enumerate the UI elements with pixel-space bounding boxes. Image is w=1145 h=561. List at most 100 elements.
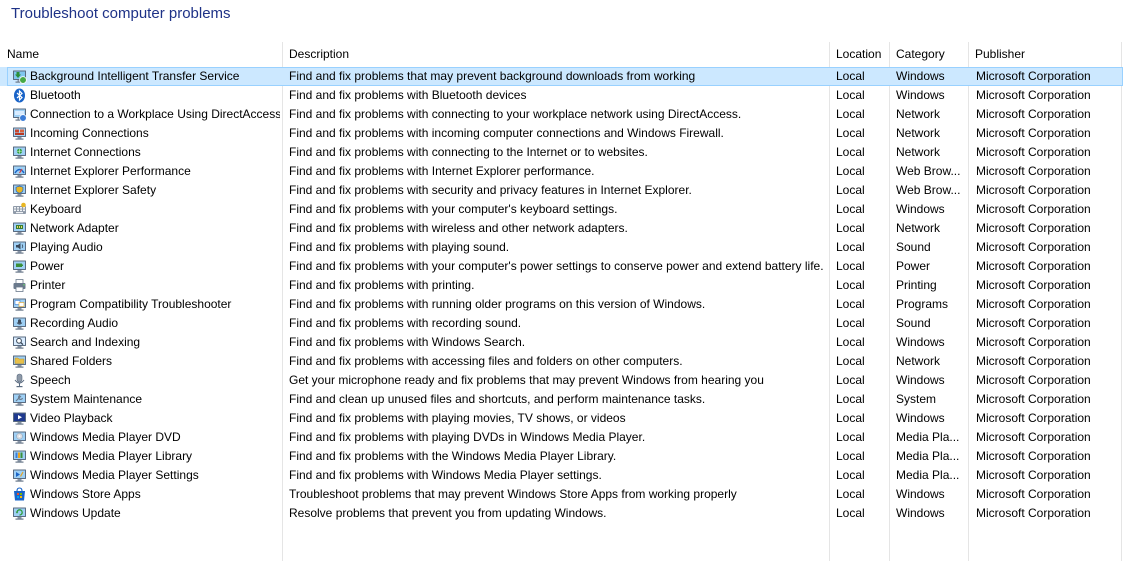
troubleshooter-category: Network	[896, 221, 941, 235]
table-row[interactable]: Windows Media Player Settings Find and fi…	[0, 466, 1123, 485]
troubleshooter-category: Windows	[896, 88, 945, 102]
troubleshooter-description: Get your microphone ready and fix proble…	[289, 373, 764, 387]
table-row[interactable]: Network Adapter Find and fix problems wit…	[0, 219, 1123, 238]
troubleshooter-name: Internet Explorer Performance	[30, 164, 191, 178]
troubleshooter-location: Local	[836, 449, 865, 463]
table-row[interactable]: Power Find and fix problems with your com…	[0, 257, 1123, 276]
table-row[interactable]: Search and Indexing Find and fix problems…	[0, 333, 1123, 352]
table-row[interactable]: Playing Audio Find and fix problems with …	[0, 238, 1123, 257]
column-header-name[interactable]: Name	[0, 42, 282, 67]
table-row[interactable]: Speech Get your microphone ready and fix …	[0, 371, 1123, 390]
table-row[interactable]: Internet Connections Find and fix problem…	[0, 143, 1123, 162]
troubleshooter-publisher: Microsoft Corporation	[976, 240, 1091, 254]
table-row[interactable]: Windows Media Player Library Find and fix…	[0, 447, 1123, 466]
troubleshooter-name: Windows Media Player Library	[30, 449, 193, 463]
troubleshooter-publisher: Microsoft Corporation	[976, 164, 1091, 178]
column-header-category[interactable]: Category	[889, 42, 968, 67]
troubleshooter-location: Local	[836, 183, 865, 197]
table-row[interactable]: Printer Find and fix problems with printi…	[0, 276, 1123, 295]
troubleshooter-name: Shared Folders	[30, 354, 113, 368]
troubleshooter-location: Local	[836, 69, 865, 83]
troubleshooter-location: Local	[836, 202, 865, 216]
troubleshooter-location: Local	[836, 145, 865, 159]
troubleshooter-location: Local	[836, 259, 865, 273]
troubleshooter-category: Windows	[896, 506, 945, 520]
troubleshooter-category: Network	[896, 107, 941, 121]
troubleshooter-name: Program Compatibility Troubleshooter	[30, 297, 232, 311]
troubleshooter-publisher: Microsoft Corporation	[976, 373, 1091, 387]
troubleshooter-location: Local	[836, 487, 865, 501]
column-header-description[interactable]: Description	[282, 42, 829, 67]
troubleshooter-rows: Background Intelligent Transfer Service F…	[0, 67, 1123, 523]
troubleshooter-description: Find and clean up unused files and short…	[289, 392, 706, 406]
troubleshooter-name: Windows Update	[30, 506, 121, 520]
troubleshooter-description: Troubleshoot problems that may prevent W…	[289, 487, 737, 501]
troubleshooter-publisher: Microsoft Corporation	[976, 145, 1091, 159]
table-row[interactable]: Program Compatibility Troubleshooter Find…	[0, 295, 1123, 314]
troubleshooter-location: Local	[836, 126, 865, 140]
troubleshooter-name: Bluetooth	[30, 88, 81, 102]
table-row[interactable]: Incoming Connections Find and fix problem…	[0, 124, 1123, 143]
wmp-library-icon	[12, 449, 27, 464]
windows-update-icon	[12, 506, 27, 521]
table-row[interactable]: Connection to a Workplace Using DirectAc…	[0, 105, 1123, 124]
video-playback-icon	[12, 411, 27, 426]
troubleshooter-name: Connection to a Workplace Using DirectAc…	[30, 107, 280, 121]
table-row[interactable]: Recording Audio Find and fix problems wit…	[0, 314, 1123, 333]
table-row[interactable]: Video Playback Find and fix problems with…	[0, 409, 1123, 428]
troubleshooter-description: Find and fix problems with incoming comp…	[289, 126, 724, 140]
troubleshooter-publisher: Microsoft Corporation	[976, 88, 1091, 102]
keyboard-icon	[12, 202, 27, 217]
troubleshooting-window: Troubleshoot computer problems Name Desc…	[0, 0, 1145, 561]
troubleshooter-description: Find and fix problems with Windows Searc…	[289, 335, 526, 349]
incoming-connections-icon	[12, 126, 27, 141]
troubleshooter-location: Local	[836, 278, 865, 292]
troubleshooter-location: Local	[836, 297, 865, 311]
troubleshooter-description: Find and fix problems with Windows Media…	[289, 468, 602, 482]
troubleshooter-location: Local	[836, 221, 865, 235]
troubleshooter-list[interactable]: Name Description Location Category Publi…	[0, 42, 1123, 561]
troubleshooter-name: System Maintenance	[30, 392, 143, 406]
program-compatibility-icon	[12, 297, 27, 312]
troubleshooter-category: Network	[896, 354, 941, 368]
troubleshooter-description: Find and fix problems with your computer…	[289, 259, 824, 273]
system-maintenance-icon	[12, 392, 27, 407]
table-row[interactable]: Internet Explorer Safety Find and fix pro…	[0, 181, 1123, 200]
troubleshooter-name: Search and Indexing	[30, 335, 141, 349]
table-row[interactable]: Internet Explorer Performance Find and fi…	[0, 162, 1123, 181]
column-header-location[interactable]: Location	[829, 42, 889, 67]
troubleshooter-category: Sound	[896, 240, 931, 254]
troubleshooter-publisher: Microsoft Corporation	[976, 69, 1091, 83]
troubleshooter-publisher: Microsoft Corporation	[976, 278, 1091, 292]
troubleshooter-name: Recording Audio	[30, 316, 119, 330]
troubleshooter-category: Windows	[896, 373, 945, 387]
troubleshooter-description: Find and fix problems with Internet Expl…	[289, 164, 595, 178]
troubleshooter-description: Find and fix problems with the Windows M…	[289, 449, 617, 463]
directaccess-icon	[12, 107, 27, 122]
troubleshooter-publisher: Microsoft Corporation	[976, 430, 1091, 444]
bluetooth-icon	[12, 88, 27, 103]
table-row[interactable]: System Maintenance Find and clean up unus…	[0, 390, 1123, 409]
troubleshooter-location: Local	[836, 468, 865, 482]
column-header-publisher[interactable]: Publisher	[968, 42, 1121, 67]
troubleshooter-publisher: Microsoft Corporation	[976, 297, 1091, 311]
troubleshooter-description: Find and fix problems that may prevent b…	[289, 69, 696, 83]
troubleshooter-location: Local	[836, 88, 865, 102]
troubleshooter-category: Sound	[896, 316, 931, 330]
table-row[interactable]: Bluetooth Find and fix problems with Blue…	[0, 86, 1123, 105]
table-row[interactable]: Windows Media Player DVD Find and fix pro…	[0, 428, 1123, 447]
table-row[interactable]: Windows Update Resolve problems that prev…	[0, 504, 1123, 523]
recording-audio-icon	[12, 316, 27, 331]
table-row[interactable]: Windows Store Apps Troubleshoot problems …	[0, 485, 1123, 504]
speech-icon	[12, 373, 27, 388]
troubleshooter-name: Windows Media Player DVD	[30, 430, 181, 444]
troubleshooter-location: Local	[836, 430, 865, 444]
troubleshooter-description: Find and fix problems with security and …	[289, 183, 692, 197]
troubleshooter-category: Windows	[896, 335, 945, 349]
table-row[interactable]: Shared Folders Find and fix problems with…	[0, 352, 1123, 371]
troubleshooter-description: Find and fix problems with playing movie…	[289, 411, 626, 425]
table-row[interactable]: Background Intelligent Transfer Service F…	[0, 67, 1123, 86]
troubleshooter-location: Local	[836, 373, 865, 387]
troubleshooter-category: Web Brow...	[896, 164, 961, 178]
table-row[interactable]: Keyboard Find and fix problems with your …	[0, 200, 1123, 219]
